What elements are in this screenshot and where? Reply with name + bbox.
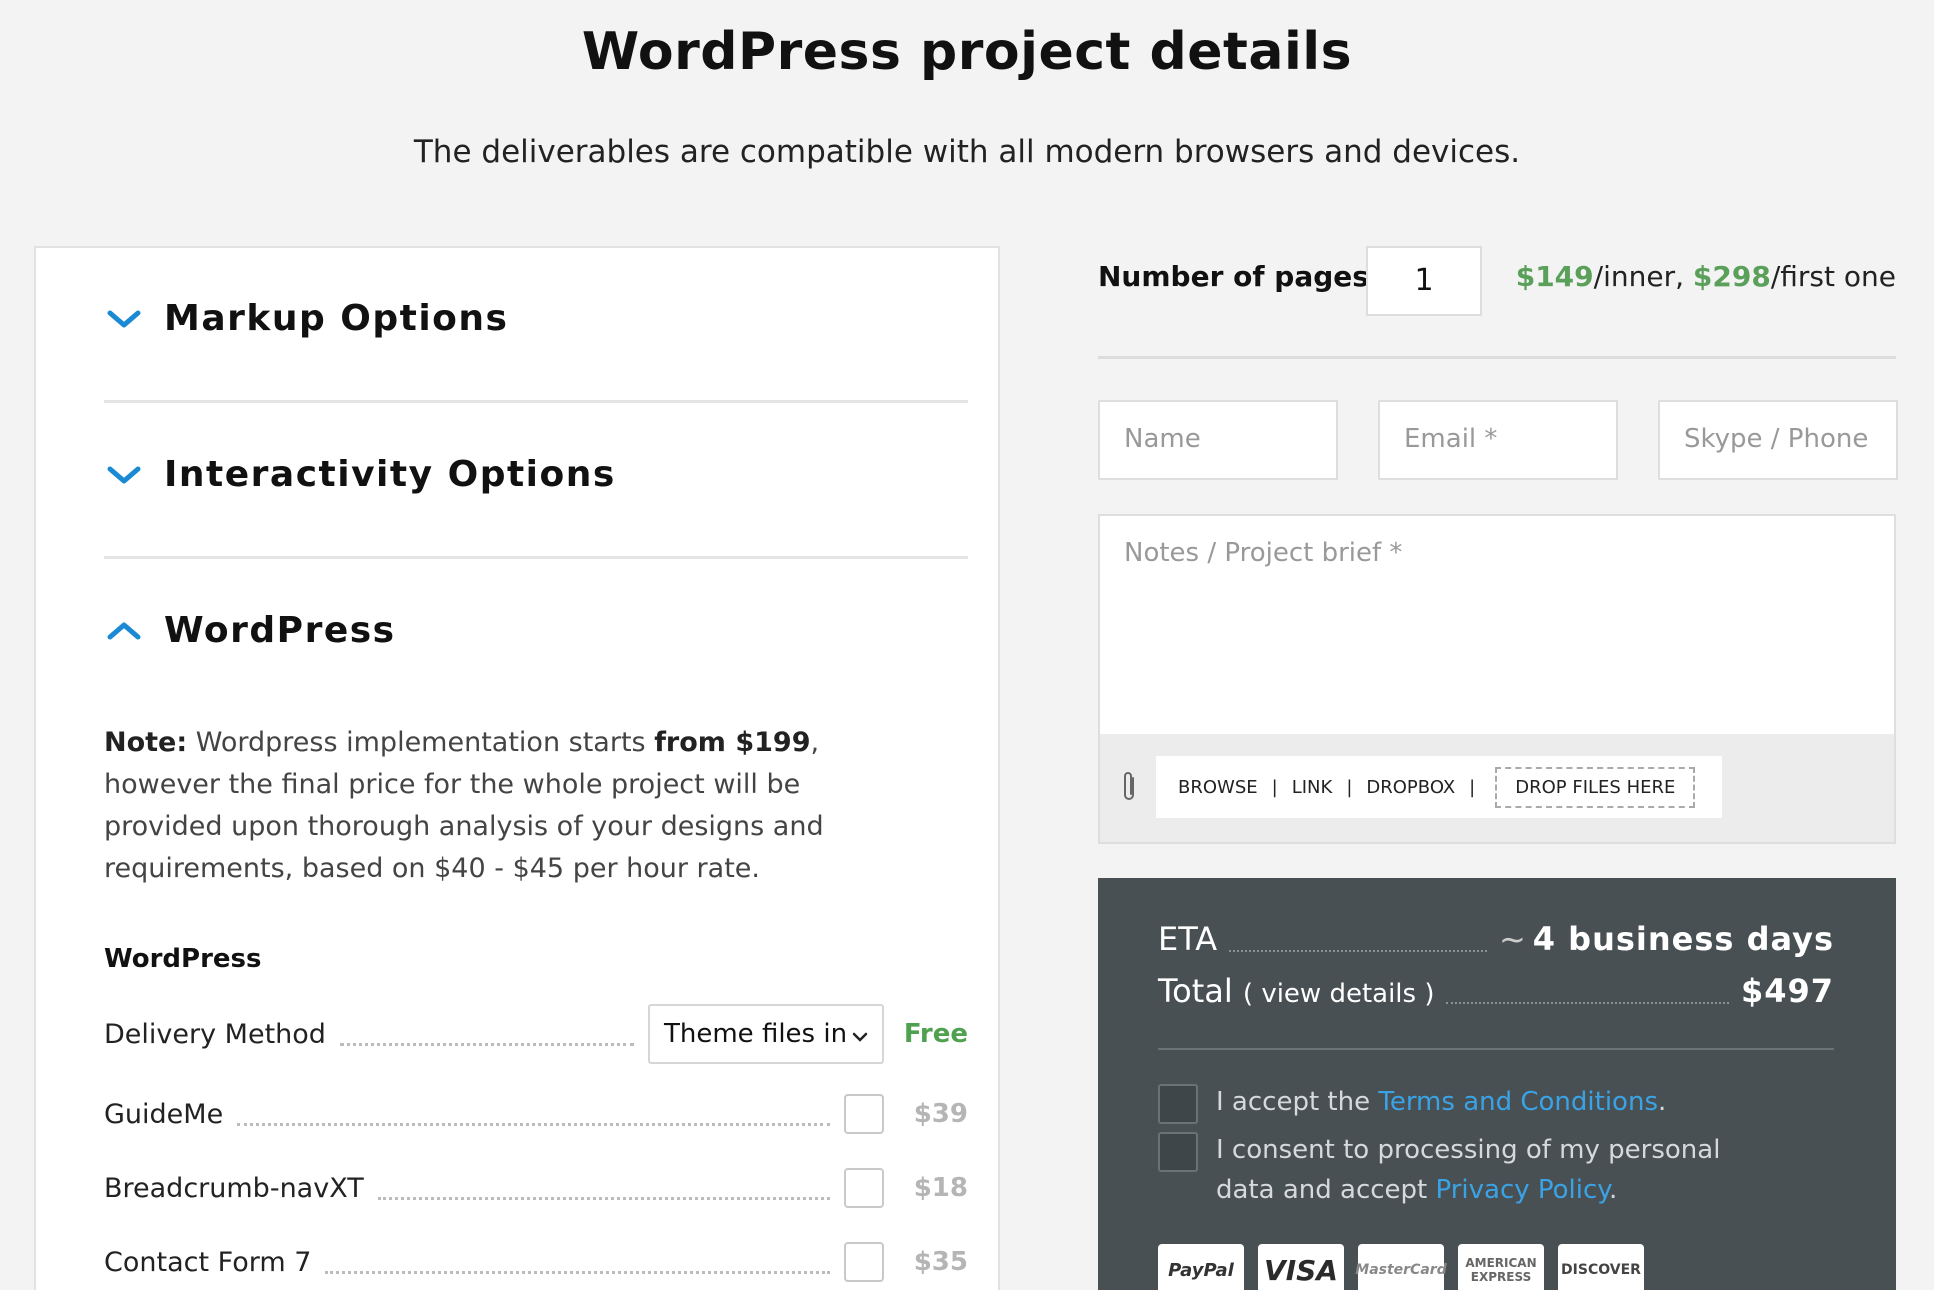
- eta-tilde: ~: [1498, 920, 1527, 958]
- total-value: $497: [1740, 972, 1834, 1010]
- page-subtitle: The deliverables are compatible with all…: [413, 134, 1521, 170]
- option-label: Contact Form 7: [104, 1246, 312, 1278]
- note-price: from $199: [654, 727, 811, 758]
- amex-card-icon: AMERICAN EXPRESS: [1458, 1244, 1544, 1290]
- dropbox-link[interactable]: DROPBOX: [1366, 777, 1455, 798]
- option-row-guideme: GuideMe $39: [104, 1092, 968, 1136]
- terms-text: I accept the Terms and Conditions.: [1216, 1082, 1666, 1124]
- notes-textarea[interactable]: Notes / Project brief *: [1098, 514, 1896, 734]
- dotted-leader: [1446, 1002, 1729, 1004]
- discover-card-icon: DISCOVER: [1558, 1244, 1644, 1290]
- privacy-text: I consent to processing of my personal d…: [1216, 1130, 1778, 1210]
- paypal-card-icon: PayPal: [1158, 1244, 1244, 1290]
- dotted-leader: [1229, 950, 1487, 952]
- upload-options: BROWSE | LINK | DROPBOX | DROP FILES HER…: [1156, 756, 1722, 818]
- separator: |: [1469, 776, 1476, 798]
- divider: [104, 400, 968, 403]
- privacy-link[interactable]: Privacy Policy: [1436, 1175, 1609, 1205]
- accordion-title: WordPress: [164, 610, 396, 651]
- total-row: Total ( view details ) $497: [1158, 972, 1834, 1010]
- inner-price: $149: [1515, 260, 1594, 293]
- chevron-down-icon: [104, 461, 144, 489]
- terms-suffix: .: [1658, 1087, 1667, 1117]
- terms-checkbox[interactable]: [1158, 1084, 1198, 1124]
- pages-label: Number of pages:: [1098, 260, 1381, 293]
- link-link[interactable]: LINK: [1292, 777, 1333, 798]
- page-rate: $149/inner, $298/first one: [1516, 260, 1896, 293]
- eta-row: ETA ~4 business days: [1158, 920, 1834, 958]
- terms-consent: I accept the Terms and Conditions.: [1158, 1082, 1666, 1124]
- accordion-title: Markup Options: [164, 298, 509, 339]
- accordion-wordpress[interactable]: WordPress: [104, 610, 396, 651]
- payment-cards: PayPal VISA MasterCard AMERICAN EXPRESS …: [1158, 1244, 1644, 1290]
- option-row-breadcrumb-navxt: Breadcrumb-navXT $18: [104, 1166, 968, 1210]
- note-label: Note:: [104, 727, 188, 758]
- option-label: Breadcrumb-navXT: [104, 1172, 364, 1204]
- options-panel: Markup Options Interactivity Options Wor…: [34, 246, 1000, 1290]
- pages-input[interactable]: 1: [1366, 246, 1482, 316]
- option-price: $35: [913, 1247, 968, 1277]
- pricing-note: Note: Wordpress implementation starts fr…: [104, 722, 824, 890]
- note-text: Wordpress implementation starts: [187, 727, 655, 758]
- dotted-leader: [339, 1042, 634, 1046]
- eta-days: 4 business days: [1532, 920, 1834, 958]
- divider: [1158, 1048, 1834, 1050]
- separator: |: [1271, 776, 1278, 798]
- divider: [104, 556, 968, 559]
- privacy-consent: I consent to processing of my personal d…: [1158, 1130, 1778, 1210]
- paperclip-icon: [1120, 770, 1138, 808]
- terms-link[interactable]: Terms and Conditions: [1378, 1087, 1658, 1117]
- email-field[interactable]: Email *: [1378, 400, 1618, 480]
- privacy-checkbox[interactable]: [1158, 1132, 1198, 1172]
- chevron-down-icon: [852, 1019, 868, 1049]
- visa-card-icon: VISA: [1258, 1244, 1344, 1290]
- dotted-leader: [377, 1196, 830, 1200]
- accordion-markup-options[interactable]: Markup Options: [104, 298, 508, 339]
- accordion-interactivity-options[interactable]: Interactivity Options: [104, 454, 616, 495]
- drop-zone[interactable]: DROP FILES HERE: [1495, 766, 1696, 808]
- terms-prefix: I accept the: [1216, 1087, 1379, 1117]
- view-details-link[interactable]: ( view details ): [1243, 979, 1435, 1009]
- phone-field[interactable]: Skype / Phone: [1658, 400, 1898, 480]
- delivery-method-row: Delivery Method Theme files in Free: [104, 1004, 968, 1064]
- eta-label: ETA: [1158, 920, 1218, 958]
- option-price: $39: [913, 1099, 968, 1129]
- chevron-up-icon: [104, 617, 144, 645]
- separator: |: [1346, 776, 1353, 798]
- delivery-method-label: Delivery Method: [104, 1018, 326, 1050]
- option-label: GuideMe: [104, 1098, 224, 1130]
- eta-value: ~4 business days: [1499, 920, 1834, 958]
- first-suffix: /first one: [1770, 260, 1896, 293]
- option-row-contact-form-7: Contact Form 7 $35: [104, 1240, 968, 1284]
- total-label: Total: [1158, 972, 1233, 1010]
- browse-link[interactable]: BROWSE: [1178, 777, 1258, 798]
- total-label-wrap: Total ( view details ): [1158, 972, 1434, 1010]
- wordpress-subheading: WordPress: [104, 944, 262, 974]
- first-price: $298: [1692, 260, 1771, 293]
- option-checkbox[interactable]: [844, 1168, 884, 1208]
- divider: [1098, 356, 1896, 359]
- option-checkbox[interactable]: [844, 1094, 884, 1134]
- mastercard-card-icon: MasterCard: [1355, 1244, 1447, 1290]
- file-upload-bar: BROWSE | LINK | DROPBOX | DROP FILES HER…: [1098, 734, 1896, 844]
- inner-suffix: /inner,: [1593, 260, 1693, 293]
- option-price: $18: [913, 1173, 968, 1203]
- accordion-title: Interactivity Options: [164, 454, 616, 495]
- chevron-down-icon: [104, 305, 144, 333]
- delivery-method-value: Theme files in: [664, 1019, 848, 1049]
- dotted-leader: [237, 1122, 830, 1126]
- dotted-leader: [325, 1270, 830, 1274]
- order-summary: ETA ~4 business days Total ( view detail…: [1098, 878, 1896, 1290]
- delivery-method-select[interactable]: Theme files in: [648, 1004, 884, 1064]
- page-title: WordPress project details: [581, 22, 1353, 82]
- option-checkbox[interactable]: [844, 1242, 884, 1282]
- privacy-suffix: .: [1608, 1175, 1618, 1205]
- delivery-price: Free: [903, 1019, 968, 1049]
- name-field[interactable]: Name: [1098, 400, 1338, 480]
